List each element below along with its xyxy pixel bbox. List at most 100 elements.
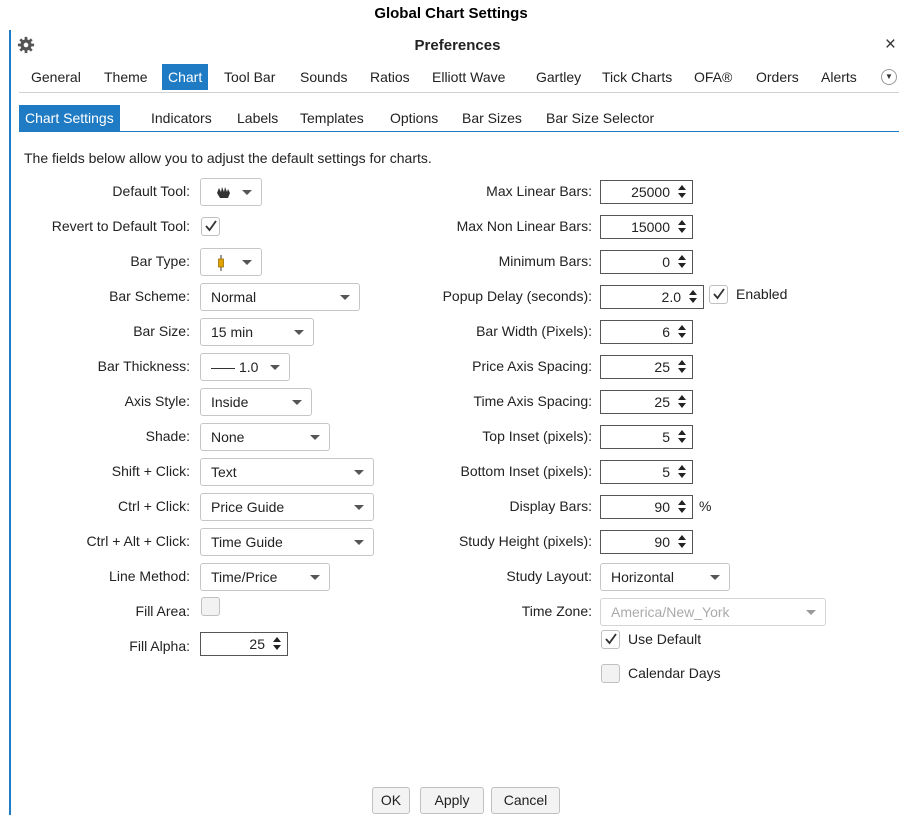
tab-bar-sizes[interactable]: Bar Sizes	[456, 105, 528, 131]
tab-alerts[interactable]: Alerts	[815, 64, 863, 90]
tab-theme[interactable]: Theme	[98, 64, 154, 90]
shade-select[interactable]: None	[200, 423, 330, 451]
time-zone-value: America/New_York	[611, 604, 730, 620]
bottom-inset-label: Bottom Inset (pixels):	[460, 463, 593, 479]
bar-width-spinner[interactable]: 6	[600, 320, 693, 344]
use-default-checkbox[interactable]	[601, 630, 620, 649]
tab-ofa[interactable]: OFA®	[688, 64, 738, 90]
study-height-spinner[interactable]: 90	[600, 530, 693, 554]
tab-tick-charts[interactable]: Tick Charts	[596, 64, 678, 90]
tab-elliott-wave[interactable]: Elliott Wave	[426, 64, 511, 90]
title-bar: Preferences ×	[11, 30, 902, 62]
line-sample-icon	[211, 367, 235, 369]
tab-indicators[interactable]: Indicators	[145, 105, 218, 131]
popup-enabled-checkbox[interactable]	[709, 285, 728, 304]
tab-tool-bar[interactable]: Tool Bar	[218, 64, 281, 90]
popup-delay-value: 2.0	[661, 289, 681, 305]
chevron-down-icon	[710, 575, 720, 580]
max-non-linear-bars-spinner[interactable]: 15000	[600, 215, 693, 239]
display-bars-spinner[interactable]: 90	[600, 495, 693, 519]
spinner-arrows-icon[interactable]	[677, 360, 687, 374]
ok-button[interactable]: OK	[372, 787, 410, 814]
checkmark-icon	[605, 633, 617, 645]
spinner-arrows-icon[interactable]	[677, 500, 687, 514]
ctrl-alt-click-select[interactable]: Time Guide	[200, 528, 374, 556]
time-axis-spacing-value: 25	[654, 394, 670, 410]
apply-button[interactable]: Apply	[420, 787, 484, 814]
tab-bar-size-selector[interactable]: Bar Size Selector	[540, 105, 660, 131]
tab-chart[interactable]: Chart	[162, 64, 209, 90]
fill-area-label: Fill Area:	[135, 603, 190, 619]
fill-area-checkbox[interactable]	[201, 597, 220, 616]
time-axis-spacing-label: Time Axis Spacing:	[473, 393, 592, 409]
tab-divider	[19, 92, 899, 93]
chevron-down-icon	[340, 295, 350, 300]
axis-style-value: Inside	[211, 394, 249, 410]
spinner-arrows-icon[interactable]	[677, 395, 687, 409]
spinner-arrows-icon[interactable]	[677, 220, 687, 234]
line-method-select[interactable]: Time/Price	[200, 563, 330, 591]
spinner-arrows-icon[interactable]	[272, 637, 282, 651]
shift-click-label: Shift + Click:	[111, 463, 190, 479]
price-axis-spacing-spinner[interactable]: 25	[600, 355, 693, 379]
sub-tab-bar: Chart Settings Indicators Labels Templat…	[19, 105, 901, 131]
bottom-inset-spinner[interactable]: 5	[600, 460, 693, 484]
tab-sounds[interactable]: Sounds	[294, 64, 353, 90]
chevron-down-icon	[242, 190, 252, 195]
figure-caption: Global Chart Settings	[374, 5, 528, 22]
cancel-button[interactable]: Cancel	[491, 787, 560, 814]
fill-alpha-spinner[interactable]: 25	[200, 632, 288, 656]
close-icon[interactable]: ×	[885, 34, 896, 56]
minimum-bars-label: Minimum Bars:	[498, 253, 592, 269]
axis-style-select[interactable]: Inside	[200, 388, 312, 416]
more-tabs-icon[interactable]: ▼	[881, 69, 897, 85]
tab-ratios[interactable]: Ratios	[364, 64, 416, 90]
revert-default-tool-label: Revert to Default Tool:	[51, 218, 190, 234]
tab-options[interactable]: Options	[384, 105, 444, 131]
ctrl-click-select[interactable]: Price Guide	[200, 493, 374, 521]
spinner-arrows-icon[interactable]	[677, 430, 687, 444]
minimum-bars-value: 0	[662, 254, 670, 270]
study-layout-select[interactable]: Horizontal	[600, 563, 730, 591]
tab-general[interactable]: General	[25, 64, 87, 90]
tab-templates[interactable]: Templates	[294, 105, 370, 131]
bar-type-select[interactable]	[200, 248, 262, 276]
tab-orders[interactable]: Orders	[750, 64, 805, 90]
shift-click-select[interactable]: Text	[200, 458, 374, 486]
time-axis-spacing-spinner[interactable]: 25	[600, 390, 693, 414]
bar-size-select[interactable]: 15 min	[200, 318, 314, 346]
minimum-bars-spinner[interactable]: 0	[600, 250, 693, 274]
tab-gartley[interactable]: Gartley	[530, 64, 587, 90]
spinner-arrows-icon[interactable]	[688, 290, 698, 304]
chevron-down-icon	[806, 610, 816, 615]
checkmark-icon	[713, 288, 725, 300]
spinner-arrows-icon[interactable]	[677, 325, 687, 339]
study-height-value: 90	[654, 534, 670, 550]
top-inset-spinner[interactable]: 5	[600, 425, 693, 449]
time-zone-select[interactable]: America/New_York	[600, 598, 826, 626]
bar-scheme-select[interactable]: Normal	[200, 283, 360, 311]
spinner-arrows-icon[interactable]	[677, 185, 687, 199]
fill-alpha-label: Fill Alpha:	[129, 638, 190, 654]
fill-alpha-value: 25	[249, 636, 265, 652]
spinner-arrows-icon[interactable]	[677, 535, 687, 549]
chevron-down-icon	[310, 435, 320, 440]
bar-width-label: Bar Width (Pixels):	[476, 323, 592, 339]
ctrl-click-label: Ctrl + Click:	[118, 498, 190, 514]
bar-scheme-label: Bar Scheme:	[109, 288, 190, 304]
shade-value: None	[211, 429, 245, 445]
chevron-down-icon	[242, 260, 252, 265]
tab-chart-settings[interactable]: Chart Settings	[19, 105, 120, 131]
revert-default-tool-checkbox[interactable]	[201, 217, 220, 236]
shade-label: Shade:	[145, 428, 190, 444]
max-linear-bars-spinner[interactable]: 25000	[600, 180, 693, 204]
spinner-arrows-icon[interactable]	[677, 465, 687, 479]
bar-thickness-select[interactable]: 1.0	[200, 353, 290, 381]
tab-labels[interactable]: Labels	[231, 105, 284, 131]
popup-delay-spinner[interactable]: 2.0	[600, 285, 704, 309]
spinner-arrows-icon[interactable]	[677, 255, 687, 269]
line-method-label: Line Method:	[109, 568, 190, 584]
ctrl-alt-click-label: Ctrl + Alt + Click:	[86, 533, 190, 549]
default-tool-select[interactable]	[200, 178, 262, 206]
calendar-days-checkbox[interactable]	[601, 664, 620, 683]
